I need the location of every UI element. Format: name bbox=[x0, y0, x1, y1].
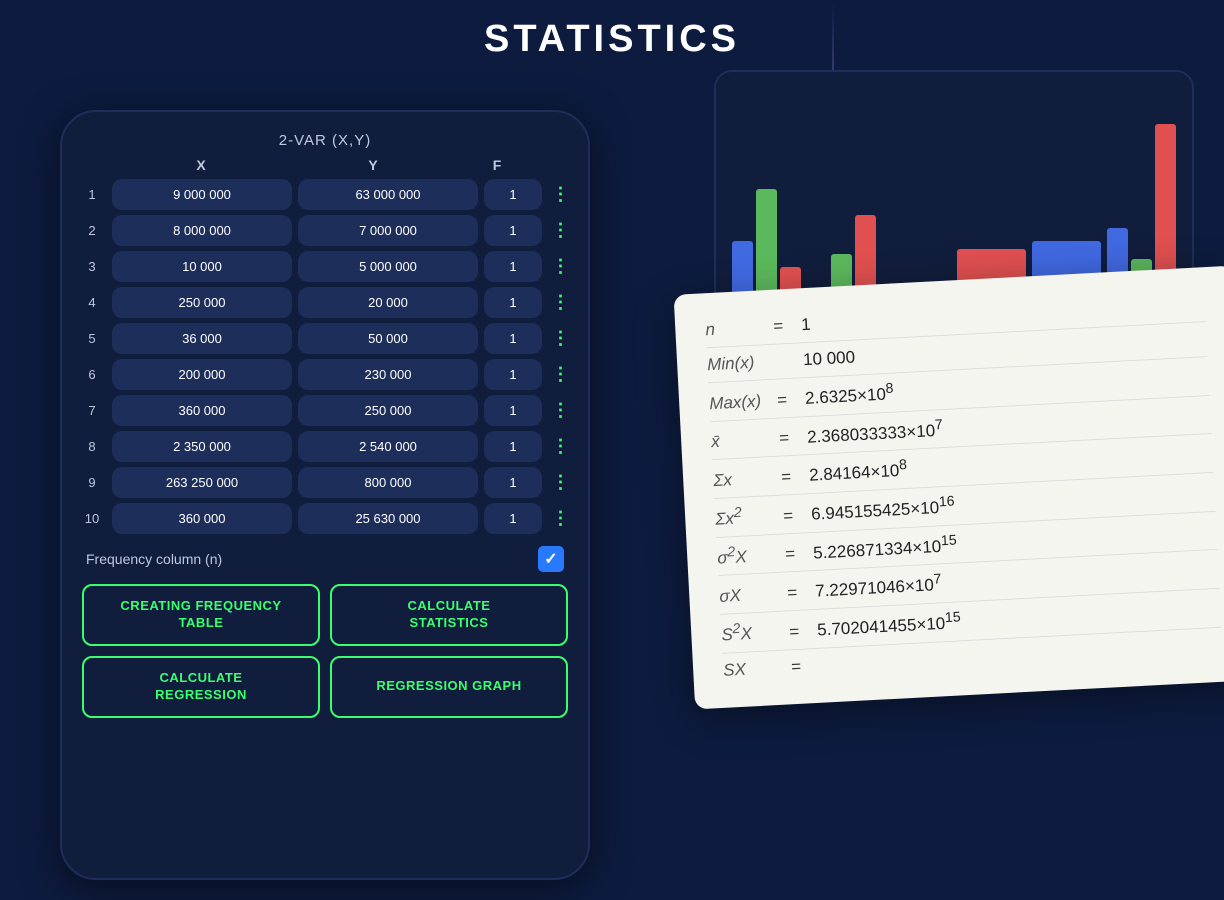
table-row: 10 ⋮ bbox=[78, 503, 572, 534]
col-x: X bbox=[118, 157, 284, 173]
cell-x[interactable] bbox=[112, 395, 292, 426]
col-dots bbox=[538, 157, 568, 173]
cell-f[interactable] bbox=[484, 467, 542, 498]
stat-value-minx: 10 000 bbox=[803, 348, 856, 371]
cell-f[interactable] bbox=[484, 503, 542, 534]
cell-y[interactable] bbox=[298, 215, 478, 246]
table-row: 7 ⋮ bbox=[78, 395, 572, 426]
cell-f[interactable] bbox=[484, 215, 542, 246]
stat-label-s2x: S2X bbox=[721, 619, 782, 646]
row-num: 2 bbox=[78, 223, 106, 238]
freq-checkbox[interactable] bbox=[538, 546, 564, 572]
btn-creating-freq-table[interactable]: CREATING FREQUENCYTABLE bbox=[82, 584, 320, 646]
stat-value-s2x: 5.702041455×1015 bbox=[817, 609, 962, 640]
freq-col-label: Frequency column (n) bbox=[86, 551, 222, 567]
cell-y[interactable] bbox=[298, 359, 478, 390]
freq-col-row: Frequency column (n) bbox=[78, 534, 572, 580]
cell-f[interactable] bbox=[484, 179, 542, 210]
stat-value-sigmax: 7.22971046×107 bbox=[815, 572, 943, 602]
table-row: 4 ⋮ bbox=[78, 287, 572, 318]
row-menu-btn[interactable]: ⋮ bbox=[548, 292, 572, 313]
btn-regression-graph[interactable]: REGRESSION GRAPH bbox=[330, 656, 568, 718]
row-menu-btn[interactable]: ⋮ bbox=[548, 472, 572, 493]
cell-x[interactable] bbox=[112, 179, 292, 210]
stats-paper: n = 1 Min(x) 10 000 Max(x) = 2.6325×108 … bbox=[674, 266, 1224, 709]
row-menu-btn[interactable]: ⋮ bbox=[548, 400, 572, 421]
cell-x[interactable] bbox=[112, 215, 292, 246]
row-num: 10 bbox=[78, 511, 106, 526]
table-row: 8 ⋮ bbox=[78, 431, 572, 462]
stat-value-sumx: 2.84164×108 bbox=[808, 457, 907, 486]
table-row: 2 ⋮ bbox=[78, 215, 572, 246]
table-row: 6 ⋮ bbox=[78, 359, 572, 390]
row-menu-btn[interactable]: ⋮ bbox=[548, 436, 572, 457]
cell-x[interactable] bbox=[112, 467, 292, 498]
cell-x[interactable] bbox=[112, 503, 292, 534]
stat-value-xbar: 2.368033333×107 bbox=[806, 417, 943, 448]
stat-label-sigmax: σX bbox=[719, 584, 780, 607]
cell-y[interactable] bbox=[298, 395, 478, 426]
row-num: 1 bbox=[78, 187, 106, 202]
stat-value-maxx: 2.6325×108 bbox=[804, 381, 894, 409]
table-row: 5 ⋮ bbox=[78, 323, 572, 354]
cell-f[interactable] bbox=[484, 323, 542, 354]
cell-x[interactable] bbox=[112, 287, 292, 318]
calculator-panel: 2-VAR (X,Y) X Y F 1 ⋮ 2 ⋮ 3 ⋮ 4 ⋮ 5 ⋮ bbox=[60, 110, 590, 880]
row-num: 9 bbox=[78, 475, 106, 490]
row-num: 3 bbox=[78, 259, 106, 274]
row-menu-btn[interactable]: ⋮ bbox=[548, 364, 572, 385]
page-title: STATISTICS bbox=[484, 18, 740, 61]
row-menu-btn[interactable]: ⋮ bbox=[548, 256, 572, 277]
stat-label-minx: Min(x) bbox=[707, 352, 768, 375]
stat-value-n: 1 bbox=[801, 315, 812, 335]
column-headers: X Y F bbox=[78, 157, 572, 173]
row-menu-btn[interactable]: ⋮ bbox=[548, 220, 572, 241]
action-buttons: CREATING FREQUENCYTABLE CALCULATESTATIST… bbox=[78, 584, 572, 718]
row-num: 4 bbox=[78, 295, 106, 310]
row-num: 8 bbox=[78, 439, 106, 454]
table-row: 9 ⋮ bbox=[78, 467, 572, 498]
cell-x[interactable] bbox=[112, 323, 292, 354]
cell-f[interactable] bbox=[484, 359, 542, 390]
cell-x[interactable] bbox=[112, 431, 292, 462]
stat-label-maxx: Max(x) bbox=[709, 391, 770, 414]
cell-f[interactable] bbox=[484, 395, 542, 426]
col-f: F bbox=[462, 157, 532, 173]
cell-f[interactable] bbox=[484, 251, 542, 282]
table-row: 3 ⋮ bbox=[78, 251, 572, 282]
row-menu-btn[interactable]: ⋮ bbox=[548, 184, 572, 205]
stat-value-sumx2: 6.945155425×1016 bbox=[811, 493, 956, 524]
cell-y[interactable] bbox=[298, 251, 478, 282]
stat-label-sumx2: Σx2 bbox=[715, 503, 776, 530]
col-y: Y bbox=[290, 157, 456, 173]
row-menu-btn[interactable]: ⋮ bbox=[548, 328, 572, 349]
cell-f[interactable] bbox=[484, 287, 542, 318]
row-num: 6 bbox=[78, 367, 106, 382]
table-header: 2-VAR (X,Y) bbox=[78, 132, 572, 149]
stat-label-xbar: x̄ bbox=[711, 429, 772, 452]
stat-label-sumx: Σx bbox=[713, 468, 774, 491]
row-num: 5 bbox=[78, 331, 106, 346]
cell-y[interactable] bbox=[298, 179, 478, 210]
stat-label-sigma2x: σ2X bbox=[717, 542, 778, 569]
cell-f[interactable] bbox=[484, 431, 542, 462]
data-rows: 1 ⋮ 2 ⋮ 3 ⋮ 4 ⋮ 5 ⋮ 6 ⋮ 7 bbox=[78, 179, 572, 534]
btn-calculate-regression[interactable]: CALCULATEREGRESSION bbox=[82, 656, 320, 718]
cell-y[interactable] bbox=[298, 503, 478, 534]
cell-x[interactable] bbox=[112, 251, 292, 282]
btn-calculate-statistics[interactable]: CALCULATESTATISTICS bbox=[330, 584, 568, 646]
cell-y[interactable] bbox=[298, 323, 478, 354]
cell-y[interactable] bbox=[298, 467, 478, 498]
cell-y[interactable] bbox=[298, 431, 478, 462]
cell-x[interactable] bbox=[112, 359, 292, 390]
row-num: 7 bbox=[78, 403, 106, 418]
cell-y[interactable] bbox=[298, 287, 478, 318]
table-row: 1 ⋮ bbox=[78, 179, 572, 210]
stat-label-sx: SX bbox=[723, 657, 784, 680]
row-menu-btn[interactable]: ⋮ bbox=[548, 508, 572, 529]
stat-label-n: n bbox=[705, 317, 766, 340]
stat-value-sigma2x: 5.226871334×1015 bbox=[813, 532, 958, 563]
col-num bbox=[82, 157, 112, 173]
